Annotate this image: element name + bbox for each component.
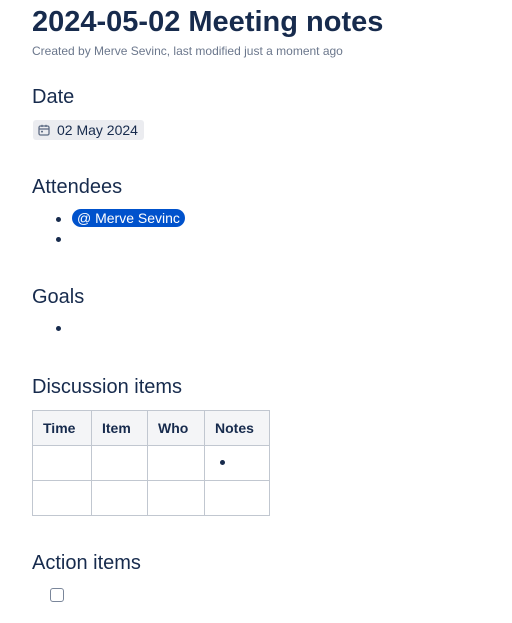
column-header-notes[interactable]: Notes [204,410,270,446]
date-heading: Date [32,86,75,108]
bullet [220,460,225,465]
column-header-time[interactable]: Time [32,410,92,446]
column-header-item[interactable]: Item [91,410,148,446]
byline-author-link[interactable]: Merve Sevinc [94,44,167,58]
table-row [32,480,270,516]
table-cell[interactable] [91,480,148,516]
page-title: 2024-05-02 Meeting notes [32,6,384,38]
discussion-heading: Discussion items [32,376,183,398]
bullet [56,237,61,242]
byline-prefix: Created by [32,44,91,58]
table-cell[interactable] [204,480,270,516]
date-value: 02 May 2024 [57,122,138,138]
bullet [56,217,61,222]
table-cell[interactable] [32,480,92,516]
list-item[interactable] [32,229,185,249]
goals-list [32,318,72,338]
table-row [32,445,270,481]
list-item[interactable] [32,318,72,338]
table-header-row: Time Item Who Notes [32,410,270,446]
page-byline: Created by Merve Sevinc, last modified j… [32,44,343,59]
table-cell[interactable] [147,480,205,516]
table-cell[interactable] [32,445,92,481]
list-item: @ Merve Sevinc [32,209,185,229]
action-items-heading: Action items [32,552,141,574]
calendar-icon [38,124,57,136]
task-checkbox[interactable] [50,588,64,602]
attendees-list: @ Merve Sevinc [32,209,185,249]
table-cell[interactable] [147,445,205,481]
user-mention[interactable]: @ Merve Sevinc [72,209,185,227]
date-lozenge[interactable]: 02 May 2024 [33,120,144,140]
table-cell[interactable] [91,445,148,481]
attendees-heading: Attendees [32,176,123,198]
byline-modified-link[interactable]: just a moment ago [244,44,343,58]
column-header-who[interactable]: Who [147,410,205,446]
byline-middle: , last modified [166,44,241,58]
goals-heading: Goals [32,286,85,308]
discussion-table: Time Item Who Notes [32,410,270,516]
bullet [56,326,61,331]
table-cell[interactable] [204,445,270,481]
